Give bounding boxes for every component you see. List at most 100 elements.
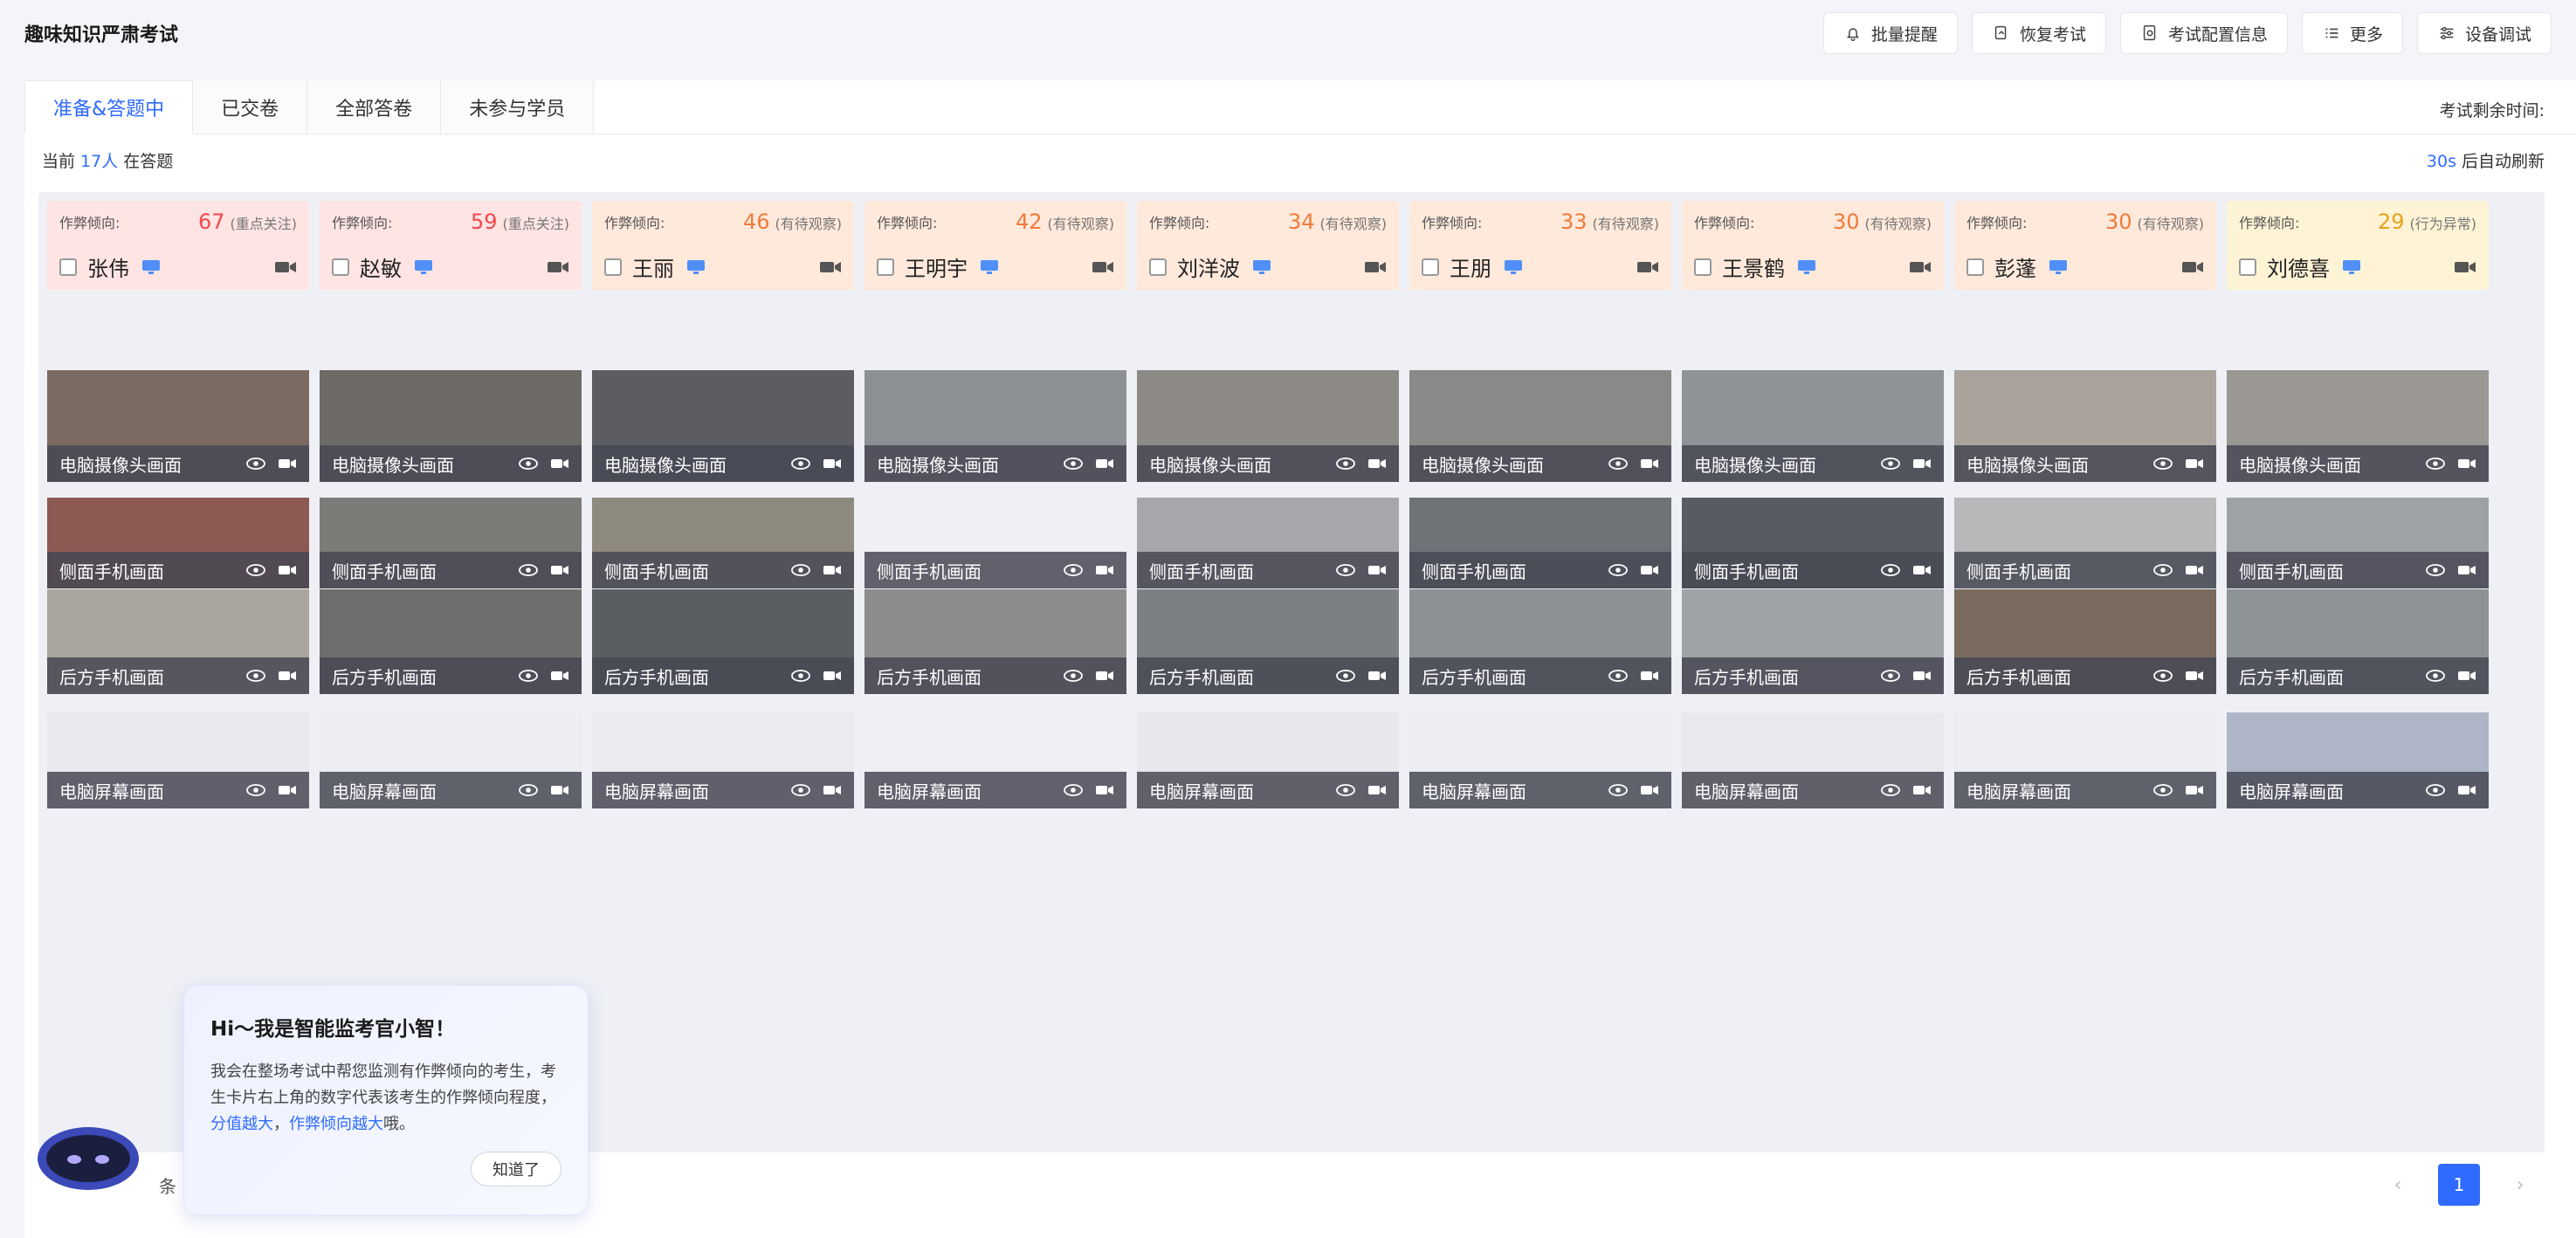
camera-icon[interactable] — [274, 259, 297, 275]
side-feed[interactable]: 侧面手机画面 — [47, 498, 309, 588]
eye-icon[interactable] — [1881, 457, 1900, 470]
eye-icon[interactable] — [2153, 457, 2173, 470]
eye-icon[interactable] — [1881, 784, 1900, 796]
video-icon[interactable] — [823, 564, 842, 576]
camera-icon[interactable] — [1364, 259, 1387, 275]
video-icon[interactable] — [1640, 457, 1659, 470]
video-icon[interactable] — [1367, 457, 1387, 470]
eye-icon[interactable] — [1064, 784, 1083, 796]
side-feed[interactable]: 侧面手机画面 — [1409, 498, 1671, 588]
video-icon[interactable] — [1912, 457, 1932, 470]
exam-config-button[interactable]: 考试配置信息 — [2119, 12, 2288, 54]
screen-feed[interactable]: 电脑屏幕画面 — [47, 712, 309, 808]
student-checkbox[interactable] — [1422, 258, 1439, 276]
eye-icon[interactable] — [2426, 564, 2445, 576]
eye-icon[interactable] — [791, 784, 810, 796]
student-checkbox[interactable] — [877, 258, 894, 276]
eye-icon[interactable] — [1336, 457, 1355, 470]
back-feed[interactable]: 后方手机画面 — [864, 589, 1126, 694]
side-feed[interactable]: 侧面手机画面 — [1137, 498, 1399, 588]
video-icon[interactable] — [1367, 784, 1387, 796]
screen-feed[interactable]: 电脑屏幕画面 — [1409, 712, 1671, 808]
video-icon[interactable] — [1640, 670, 1659, 682]
camera-icon[interactable] — [819, 259, 842, 275]
eye-icon[interactable] — [519, 784, 538, 796]
back-feed[interactable]: 后方手机画面 — [2227, 589, 2489, 694]
eye-icon[interactable] — [1608, 564, 1628, 576]
back-feed[interactable]: 后方手机画面 — [1137, 589, 1399, 694]
back-feed[interactable]: 后方手机画面 — [320, 589, 582, 694]
video-icon[interactable] — [1095, 670, 1114, 682]
video-icon[interactable] — [2185, 784, 2204, 796]
side-feed[interactable]: 侧面手机画面 — [864, 498, 1126, 588]
side-feed[interactable]: 侧面手机画面 — [1682, 498, 1944, 588]
assistant-robot-icon[interactable] — [35, 1121, 141, 1193]
front-feed[interactable]: 电脑摄像头画面 — [592, 370, 854, 482]
student-checkbox[interactable] — [2239, 258, 2256, 276]
eye-icon[interactable] — [519, 564, 538, 576]
video-icon[interactable] — [1640, 564, 1659, 576]
screen-feed[interactable]: 电脑屏幕画面 — [592, 712, 854, 808]
back-feed[interactable]: 后方手机画面 — [1409, 589, 1671, 694]
eye-icon[interactable] — [2153, 784, 2173, 796]
back-feed[interactable]: 后方手机画面 — [1954, 589, 2216, 694]
eye-icon[interactable] — [1336, 784, 1355, 796]
more-button[interactable]: 更多 — [2301, 12, 2403, 54]
eye-icon[interactable] — [246, 457, 265, 470]
student-checkbox[interactable] — [1694, 258, 1712, 276]
eye-icon[interactable] — [2426, 457, 2445, 470]
eye-icon[interactable] — [1336, 670, 1355, 682]
video-icon[interactable] — [1367, 670, 1387, 682]
screen-feed[interactable]: 电脑屏幕画面 — [320, 712, 582, 808]
video-icon[interactable] — [550, 457, 569, 470]
eye-icon[interactable] — [519, 457, 538, 470]
eye-icon[interactable] — [791, 457, 810, 470]
video-icon[interactable] — [1095, 784, 1114, 796]
student-checkbox[interactable] — [332, 258, 349, 276]
camera-icon[interactable] — [547, 259, 569, 275]
eye-icon[interactable] — [1064, 457, 1083, 470]
front-feed[interactable]: 电脑摄像头画面 — [2227, 370, 2489, 482]
video-icon[interactable] — [2457, 564, 2476, 576]
page-number-current[interactable]: 1 — [2438, 1164, 2480, 1206]
eye-icon[interactable] — [1608, 457, 1628, 470]
eye-icon[interactable] — [1336, 564, 1355, 576]
tab-3[interactable]: 未参与学员 — [441, 80, 595, 134]
screen-feed[interactable]: 电脑屏幕画面 — [1954, 712, 2216, 808]
eye-icon[interactable] — [246, 670, 265, 682]
student-checkbox[interactable] — [1966, 258, 1984, 276]
screen-feed[interactable]: 电脑屏幕画面 — [1682, 712, 1944, 808]
eye-icon[interactable] — [791, 670, 810, 682]
eye-icon[interactable] — [246, 784, 265, 796]
assistant-ok-button[interactable]: 知道了 — [471, 1152, 561, 1186]
batch-remind-button[interactable]: 批量提醒 — [1822, 12, 1958, 54]
eye-icon[interactable] — [791, 564, 810, 576]
back-feed[interactable]: 后方手机画面 — [47, 589, 309, 694]
screen-feed[interactable]: 电脑屏幕画面 — [1137, 712, 1399, 808]
front-feed[interactable]: 电脑摄像头画面 — [1409, 370, 1671, 482]
video-icon[interactable] — [2457, 670, 2476, 682]
eye-icon[interactable] — [246, 564, 265, 576]
video-icon[interactable] — [550, 784, 569, 796]
eye-icon[interactable] — [1608, 784, 1628, 796]
video-icon[interactable] — [2185, 670, 2204, 682]
video-icon[interactable] — [1095, 564, 1114, 576]
prev-page-button[interactable]: ‹ — [2377, 1164, 2419, 1206]
video-icon[interactable] — [1095, 457, 1114, 470]
video-icon[interactable] — [1912, 564, 1932, 576]
front-feed[interactable]: 电脑摄像头画面 — [864, 370, 1126, 482]
side-feed[interactable]: 侧面手机画面 — [320, 498, 582, 588]
back-feed[interactable]: 后方手机画面 — [1682, 589, 1944, 694]
video-icon[interactable] — [823, 457, 842, 470]
video-icon[interactable] — [550, 564, 569, 576]
video-icon[interactable] — [278, 784, 297, 796]
video-icon[interactable] — [1640, 784, 1659, 796]
screen-feed[interactable]: 电脑屏幕画面 — [2227, 712, 2489, 808]
video-icon[interactable] — [278, 564, 297, 576]
tab-0[interactable]: 准备&答题中 — [24, 80, 194, 134]
next-page-button[interactable]: › — [2499, 1164, 2541, 1206]
eye-icon[interactable] — [2153, 670, 2173, 682]
video-icon[interactable] — [2185, 457, 2204, 470]
camera-icon[interactable] — [2181, 259, 2204, 275]
front-feed[interactable]: 电脑摄像头画面 — [320, 370, 582, 482]
